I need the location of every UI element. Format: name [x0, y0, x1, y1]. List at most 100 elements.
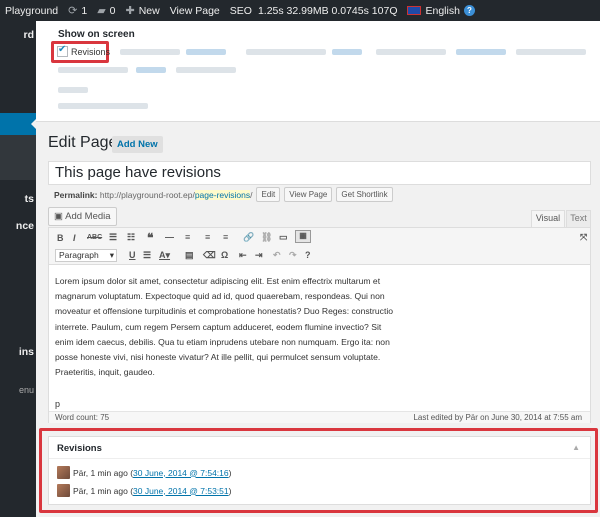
underline-icon[interactable]: U: [129, 250, 136, 260]
plus-icon: ✚: [125, 5, 135, 17]
last-edited: Last edited by Pär on June 30, 2014 at 7…: [413, 413, 582, 422]
indent-icon[interactable]: ⇥: [255, 250, 263, 261]
updates-icon: ⟳: [68, 5, 78, 17]
clear-formatting-icon[interactable]: ⌫: [203, 250, 216, 261]
avatar: [57, 466, 70, 479]
blurred-option: [176, 67, 236, 73]
site-name: Playground: [5, 4, 59, 17]
numbered-list-icon[interactable]: ☷: [127, 232, 135, 243]
seo-label: SEO: [229, 4, 252, 17]
new-label: New: [138, 4, 160, 17]
outdent-icon[interactable]: ⇤: [239, 250, 247, 261]
unlink-icon[interactable]: ⛓: [261, 232, 272, 243]
revision-author: Pär, 1 min ago: [73, 467, 128, 478]
updates-link[interactable]: ⟳ 1: [63, 0, 92, 21]
align-right-icon[interactable]: ≡: [223, 232, 228, 242]
editor-toolbar: B I ABC ☰ ☷ ❝ — ≡ ≡ ≡ 🔗 ⛓ ▭ ▦ ⤧ Paragrap…: [49, 228, 590, 265]
add-new-button[interactable]: Add New: [112, 136, 163, 153]
collapse-arrow-icon[interactable]: ▲: [572, 443, 580, 452]
avatar: [57, 484, 70, 497]
text-color-icon[interactable]: A▾: [159, 250, 170, 261]
redo-icon[interactable]: ↷: [289, 250, 297, 261]
revision-author: Pär, 1 min ago: [73, 485, 128, 496]
sidebar-item-pages-current[interactable]: [0, 113, 36, 135]
editor: B I ABC ☰ ☷ ❝ — ≡ ≡ ≡ 🔗 ⛓ ▭ ▦ ⤧ Paragrap…: [48, 227, 591, 423]
help-circle-icon[interactable]: ?: [305, 250, 311, 260]
revision-link[interactable]: 30 June, 2014 @ 7:54:16: [133, 468, 229, 478]
permalink-slug[interactable]: page-revisions: [194, 189, 251, 200]
horizontal-rule-icon[interactable]: —: [165, 232, 174, 242]
load-time: 1.25s: [257, 4, 284, 17]
special-character-icon[interactable]: Ω: [221, 250, 228, 260]
editor-path: p: [55, 399, 61, 409]
blurred-option: [516, 49, 586, 55]
link-icon[interactable]: 🔗: [243, 232, 254, 243]
query-count: 107Q: [371, 4, 398, 17]
debug-stats[interactable]: 1.25s 32.99MB 0.0745s 107Q: [257, 0, 403, 21]
editor-status-bar: Word count: 75 Last edited by Pär on Jun…: [49, 411, 590, 423]
screen-options-panel: Show on screen Revisions: [36, 21, 600, 122]
edit-permalink-button[interactable]: Edit: [256, 187, 281, 202]
format-select-value: Paragraph: [59, 250, 99, 260]
toolbar-toggle-icon[interactable]: ▦: [295, 230, 311, 243]
sidebar-collapse-menu[interactable]: enu: [0, 385, 36, 395]
post-title-input[interactable]: This page have revisions: [48, 161, 591, 185]
page-title: Edit Page: [48, 134, 118, 151]
format-select[interactable]: Paragraph ▾: [55, 249, 117, 262]
bold-icon[interactable]: B: [57, 233, 64, 243]
italic-icon[interactable]: I: [73, 233, 76, 243]
get-shortlink-button[interactable]: Get Shortlink: [336, 187, 393, 202]
strikethrough-icon[interactable]: ABC: [87, 234, 102, 241]
add-media-button[interactable]: ▣ Add Media: [48, 207, 117, 226]
tab-visual[interactable]: Visual: [531, 210, 565, 227]
view-page-button[interactable]: View Page: [284, 187, 333, 202]
revision-item: Pär, 1 min ago (30 June, 2014 @ 7:54:16): [57, 466, 231, 479]
revisions-title: Revisions: [57, 443, 102, 454]
revision-link[interactable]: 30 June, 2014 @ 7:53:51: [133, 486, 229, 496]
blurred-option: [332, 49, 362, 55]
language-switcher[interactable]: English?: [402, 0, 479, 21]
read-more-icon[interactable]: ▭: [279, 232, 288, 243]
sidebar-item-comments[interactable]: ts: [0, 193, 36, 205]
sidebar-item-dashboard[interactable]: rd: [0, 29, 36, 41]
paste-text-icon[interactable]: ▤: [185, 250, 194, 261]
revisions-header[interactable]: Revisions ▲: [49, 437, 590, 459]
bulleted-list-icon[interactable]: ☰: [109, 232, 117, 243]
blurred-option: [246, 49, 326, 55]
revision-item: Pär, 1 min ago (30 June, 2014 @ 7:53:51): [57, 484, 231, 497]
blurred-option: [120, 49, 180, 55]
add-media-label: Add Media: [65, 211, 111, 222]
revisions-checkbox[interactable]: [57, 44, 68, 57]
sidebar-submenu: [0, 135, 36, 180]
blurred-option: [58, 87, 88, 93]
word-count: Word count: 75: [55, 413, 110, 422]
db-time: 0.0745s: [331, 4, 369, 17]
admin-sidebar: rd ts nce ins enu: [0, 21, 36, 517]
sidebar-item-plugins[interactable]: ins: [0, 346, 36, 358]
view-page-label: View Page: [169, 4, 220, 17]
view-page-link[interactable]: View Page: [165, 0, 225, 21]
sidebar-item-appearance[interactable]: nce: [0, 220, 36, 232]
site-name-link[interactable]: Playground: [0, 0, 63, 21]
align-left-icon[interactable]: ≡: [185, 232, 190, 242]
comments-link[interactable]: ▰ 0: [92, 0, 120, 21]
comments-count: 0: [109, 4, 116, 17]
blurred-option: [58, 103, 148, 109]
comment-icon: ▰: [97, 5, 106, 17]
undo-icon[interactable]: ↶: [273, 250, 281, 261]
align-center-icon[interactable]: ≡: [205, 232, 210, 242]
permalink-row: Permalink: http://playground-root.ep/pag…: [54, 187, 393, 202]
revisions-option[interactable]: Revisions: [57, 44, 110, 57]
memory-usage: 32.99MB: [286, 4, 329, 17]
new-content-link[interactable]: ✚ New: [121, 0, 165, 21]
seo-menu[interactable]: SEO: [225, 0, 257, 21]
editor-content[interactable]: Lorem ipsum dolor sit amet, consectetur …: [55, 274, 395, 380]
fullscreen-icon[interactable]: ⤧: [580, 232, 587, 243]
updates-count: 1: [81, 4, 88, 17]
tab-text[interactable]: Text: [566, 210, 591, 227]
justify-icon[interactable]: ☰: [143, 250, 151, 261]
permalink-trail: /: [250, 189, 253, 200]
help-icon[interactable]: ?: [463, 5, 475, 16]
blockquote-icon[interactable]: ❝: [147, 231, 153, 245]
chevron-down-icon: ▾: [109, 250, 114, 260]
